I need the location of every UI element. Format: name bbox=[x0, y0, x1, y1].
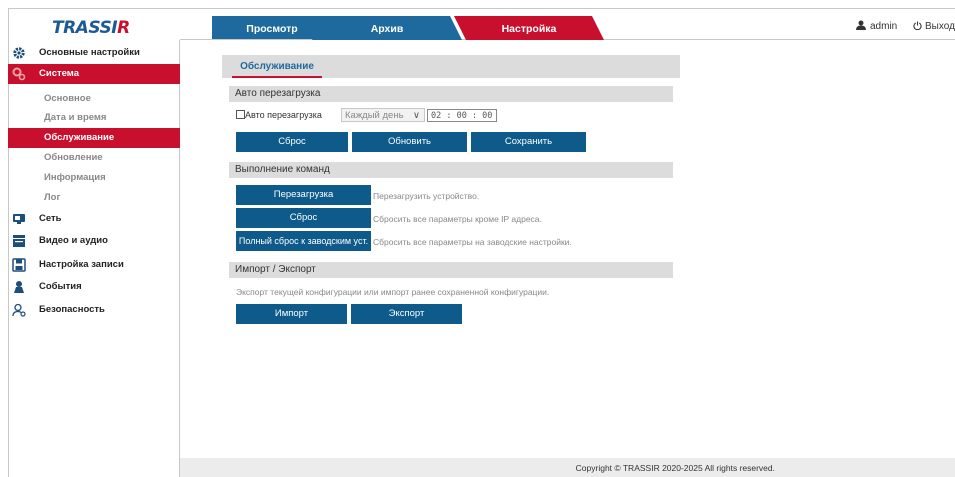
copyright-text: Copyright © TRASSIR 2020-2025 All rights… bbox=[575, 463, 775, 473]
sidebar-item-security[interactable]: Безопасность bbox=[8, 300, 180, 320]
network-icon bbox=[13, 214, 25, 224]
floppy-disk-icon bbox=[12, 258, 26, 272]
export-button[interactable]: Экспорт bbox=[351, 304, 462, 324]
sidebar-subitem-info[interactable]: Информация bbox=[8, 168, 180, 188]
reboot-schedule-value: Каждый день bbox=[345, 110, 404, 121]
sidebar-item-video-audio[interactable]: Видео и аудио bbox=[8, 231, 180, 251]
reset-description: Сбросить все параметры кроме IP адреса. bbox=[373, 214, 542, 224]
sidebar-item-record-settings[interactable]: Настройка записи bbox=[8, 255, 180, 275]
system-gears-icon bbox=[12, 67, 26, 81]
import-export-header: Импорт / Экспорт bbox=[229, 262, 673, 278]
logout-label: Выход bbox=[925, 21, 955, 32]
tab-archive[interactable]: Архив bbox=[312, 16, 462, 40]
reboot-time-input[interactable]: 02 : 00 : 00 bbox=[427, 109, 497, 122]
logout-button[interactable]: Выход bbox=[913, 21, 955, 32]
sidebar-subitem-log[interactable]: Лог bbox=[8, 188, 180, 208]
sidebar-subitem-update[interactable]: Обновление bbox=[8, 148, 180, 168]
sidebar-item-network[interactable]: Сеть bbox=[8, 209, 180, 229]
refresh-button[interactable]: Обновить bbox=[352, 132, 467, 152]
reboot-schedule-select[interactable]: Каждый день ∨ bbox=[341, 108, 425, 122]
username: admin bbox=[870, 21, 898, 32]
user-security-icon bbox=[12, 303, 26, 317]
reset-button[interactable]: Сброс bbox=[236, 132, 348, 152]
power-icon bbox=[913, 21, 922, 31]
save-button[interactable]: Сохранить bbox=[471, 132, 586, 152]
user-info[interactable]: admin bbox=[856, 20, 897, 32]
user-icon bbox=[856, 20, 866, 30]
commands-header: Выполнение команд bbox=[229, 162, 673, 178]
reboot-description: Перезагрузить устройство. bbox=[373, 191, 480, 201]
factory-reset-button[interactable]: Полный сброс к заводским уст. bbox=[236, 231, 371, 251]
sidebar-item-events[interactable]: События bbox=[8, 277, 180, 297]
clapperboard-icon bbox=[13, 235, 25, 247]
sidebar-subitem-date-time[interactable]: Дата и время bbox=[8, 108, 180, 128]
tab-maintenance[interactable]: Обслуживание bbox=[232, 55, 322, 78]
auto-reboot-header: Авто перезагрузка bbox=[229, 86, 673, 102]
trassir-logo: TRASSIR bbox=[52, 18, 130, 38]
reboot-button[interactable]: Перезагрузка bbox=[236, 185, 371, 205]
top-tabs: Просмотр Архив Настройка bbox=[212, 16, 607, 40]
chevron-down-icon: ∨ bbox=[413, 110, 420, 121]
factory-reset-description: Сбросить все параметры на заводские наст… bbox=[373, 237, 572, 247]
import-export-description: Экспорт текущей конфигурации или импорт … bbox=[236, 287, 550, 297]
sidebar-item-basic-settings[interactable]: Основные настройки bbox=[8, 43, 180, 63]
auto-reboot-checkbox-label: Авто перезагрузка bbox=[245, 110, 322, 120]
sidebar-item-system[interactable]: Система bbox=[8, 64, 180, 84]
import-button[interactable]: Импорт bbox=[236, 304, 347, 324]
auto-reboot-checkbox[interactable] bbox=[236, 110, 245, 119]
tab-settings[interactable]: Настройка bbox=[454, 16, 604, 40]
gear-icon bbox=[13, 47, 25, 59]
sidebar-subitem-maintenance[interactable]: Обслуживание bbox=[8, 128, 180, 148]
alarm-person-icon bbox=[14, 281, 24, 293]
sidebar-subitem-basic[interactable]: Основное bbox=[8, 89, 180, 109]
command-reset-button[interactable]: Сброс bbox=[236, 208, 371, 228]
